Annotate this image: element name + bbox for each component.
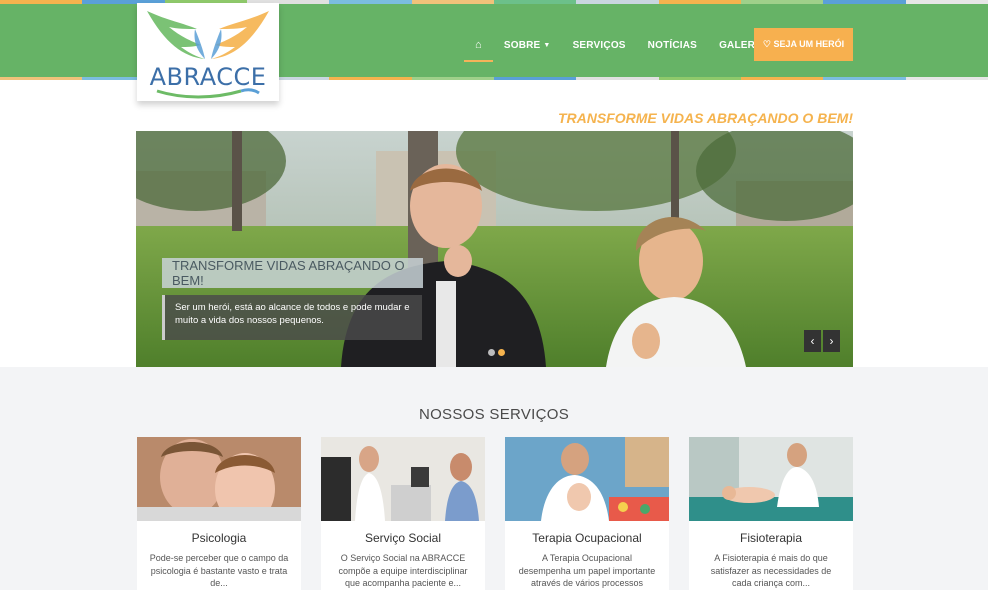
service-image [505, 437, 669, 521]
nav-noticias[interactable]: NOTÍCIAS [637, 28, 708, 62]
service-description: Pode-se perceber que o campo da psicolog… [149, 553, 289, 588]
nav-home[interactable]: ⌂ [464, 28, 493, 62]
slider-dot-active[interactable] [498, 349, 505, 356]
seja-um-heroi-button[interactable]: ♡ SEJA UM HERÓI [754, 28, 853, 61]
main-nav: ⌂ SOBRE ▼ SERVIÇOS NOTÍCIAS GALERIA ▼ [464, 28, 787, 62]
slider-dot[interactable] [488, 349, 495, 356]
service-card-terapia-ocupacional[interactable]: Terapia Ocupacional A Terapia Ocupaciona… [505, 437, 669, 590]
hero-caption-text: Ser um herói, está ao alcance de todos e… [162, 295, 422, 340]
service-image [321, 437, 485, 521]
service-name: Serviço Social [364, 531, 442, 545]
service-description: A Terapia Ocupacional desempenha um pape… [518, 553, 656, 588]
wings-logo-icon [147, 11, 269, 59]
logo-swoosh-icon [156, 88, 260, 99]
chevron-down-icon: ▼ [543, 41, 551, 49]
service-card-servico-social[interactable]: Serviço Social O Serviço Social na ABRAC… [321, 437, 485, 590]
service-name: Fisioterapia [739, 531, 803, 545]
hero-slider: TRANSFORME VIDAS ABRAÇANDO O BEM! Ser um… [136, 131, 853, 367]
nav-noticias-label: NOTÍCIAS [647, 39, 698, 51]
hero-caption-title: TRANSFORME VIDAS ABRAÇANDO O BEM! [162, 258, 423, 288]
service-card-fisioterapia[interactable]: Fisioterapia A Fisioterapia é mais do qu… [689, 437, 853, 590]
service-card-psicologia[interactable]: Psicologia Pode-se perceber que o campo … [137, 437, 301, 590]
service-image [689, 437, 853, 521]
nav-sobre-label: SOBRE [503, 39, 541, 51]
service-name: Terapia Ocupacional [532, 531, 642, 545]
slider-dots [488, 349, 505, 356]
logo[interactable]: ABRACCE [137, 3, 279, 101]
slider-prev-button[interactable]: ‹ [804, 330, 821, 352]
nav-servicos-label: SERVIÇOS [572, 39, 626, 51]
slider-next-button[interactable]: › [823, 330, 840, 352]
service-description: O Serviço Social na ABRACCE compõe a equ… [338, 553, 468, 588]
tagline: TRANSFORME VIDAS ABRAÇANDO O BEM! [557, 110, 853, 126]
service-image [137, 437, 301, 521]
service-name: Psicologia [191, 531, 247, 545]
nav-sobre[interactable]: SOBRE ▼ [493, 28, 562, 62]
nav-servicos[interactable]: SERVIÇOS [562, 28, 637, 62]
home-icon: ⌂ [475, 39, 482, 51]
services-title: NOSSOS SERVIÇOS [418, 406, 570, 423]
service-description: A Fisioterapia é mais do que satisfazer … [710, 553, 832, 588]
